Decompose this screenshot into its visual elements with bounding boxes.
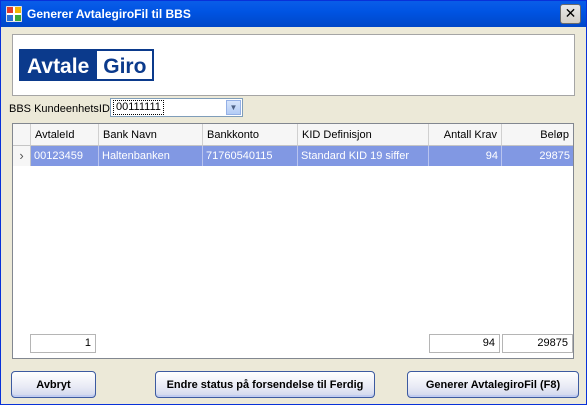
- kundeenhet-combobox[interactable]: 00111111 ▼: [110, 98, 243, 117]
- col-kid-definisjon[interactable]: KID Definisjon: [298, 124, 429, 146]
- cell-antall-krav[interactable]: 94: [429, 146, 502, 166]
- cell-avtaleid[interactable]: 00123459: [31, 146, 99, 166]
- title-bar[interactable]: Generer AvtalegiroFil til BBS ✕: [1, 1, 586, 27]
- logo-part-2: Giro: [97, 49, 155, 81]
- cell-kid-definisjon[interactable]: Standard KID 19 siffer: [298, 146, 429, 166]
- cell-bank-navn[interactable]: Haltenbanken: [99, 146, 203, 166]
- main-window: Generer AvtalegiroFil til BBS ✕ Avtale G…: [0, 0, 587, 405]
- grid-corner: [13, 124, 31, 146]
- change-status-button[interactable]: Endre status på forsendelse til Ferdig: [155, 371, 375, 398]
- logo-panel: Avtale Giro: [12, 34, 575, 96]
- cancel-button[interactable]: Avbryt: [11, 371, 96, 398]
- close-button[interactable]: ✕: [560, 4, 581, 24]
- avtale-grid: AvtaleId Bank Navn Bankkonto KID Definis…: [12, 123, 574, 359]
- client-area: Avtale Giro BBS KundeenhetsID 00111111 ▼…: [4, 27, 583, 402]
- footer-belop: 29875: [502, 334, 573, 353]
- generate-file-button[interactable]: Generer AvtalegiroFil (F8): [407, 371, 579, 398]
- col-bankkonto[interactable]: Bankkonto: [203, 124, 298, 146]
- cell-belop[interactable]: 29875: [502, 146, 573, 166]
- kundeenhet-label: BBS KundeenhetsID: [9, 103, 110, 115]
- kundeenhet-value: 00111111: [113, 100, 164, 115]
- window-title: Generer AvtalegiroFil til BBS: [27, 7, 191, 21]
- col-bank-navn[interactable]: Bank Navn: [99, 124, 203, 146]
- chevron-down-icon[interactable]: ▼: [226, 100, 241, 115]
- col-avtaleid[interactable]: AvtaleId: [31, 124, 99, 146]
- col-antall-krav[interactable]: Antall Krav: [429, 124, 502, 146]
- close-icon: ✕: [564, 6, 577, 22]
- footer-antall-krav: 94: [429, 334, 500, 353]
- footer-count: 1: [30, 334, 96, 353]
- col-belop[interactable]: Beløp: [502, 124, 573, 146]
- cell-bankkonto[interactable]: 71760540115: [203, 146, 298, 166]
- app-icon: [6, 6, 22, 22]
- row-indicator-icon[interactable]: ›: [13, 146, 31, 166]
- logo-part-1: Avtale: [19, 49, 98, 81]
- avtalegiro-logo: Avtale Giro: [19, 49, 155, 81]
